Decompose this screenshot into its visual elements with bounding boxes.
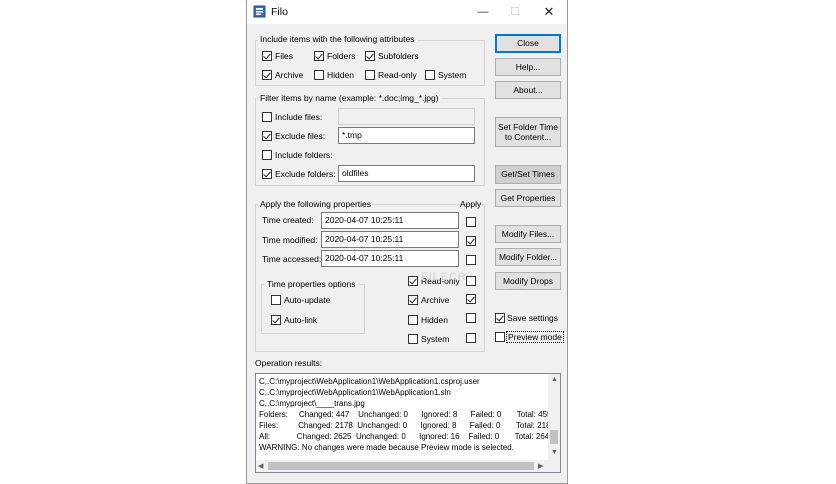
scroll-right-icon[interactable]: ▶ [538, 462, 543, 470]
folders-checkbox[interactable] [314, 51, 324, 61]
archive-checkbox[interactable] [262, 70, 272, 80]
results-label: Operation results: [255, 358, 323, 368]
exclude-files-checkbox[interactable] [262, 131, 272, 141]
scroll-down-icon[interactable]: ▼ [551, 449, 558, 456]
properties-group-label: Apply the following properties [258, 199, 374, 209]
auto-update-label: Auto-update [284, 295, 331, 305]
exclude-files-input[interactable]: *.tmp [338, 127, 475, 144]
apply-header: Apply [460, 199, 482, 209]
read-only-apply-checkbox[interactable] [466, 276, 476, 286]
system-property-label: System [421, 334, 450, 344]
get-set-times-button[interactable]: Get/Set Times [495, 165, 561, 184]
filter-group-label: Filter items by name (example: *.doc;img… [258, 93, 441, 103]
exclude-folders-label: Exclude folders: [275, 169, 336, 179]
save-settings-label: Save settings [507, 313, 559, 323]
result-line: Files: Changed: 2178 Unchanged: 0 Ignore… [259, 421, 556, 430]
result-line: WARNING: No changes were made because Pr… [259, 443, 514, 452]
time-created-input[interactable]: 2020-04-07 10:25:11 [321, 212, 459, 229]
time-modified-label: Time modified: [262, 235, 318, 245]
system-label: System [438, 70, 467, 80]
set-folder-time-button[interactable]: Set Folder Time to Content... [495, 117, 561, 147]
read-only-label: Read-only [378, 70, 417, 80]
horizontal-scrollbar[interactable]: ◀ ▶ [256, 460, 548, 472]
subfolders-label: Subfolders [378, 51, 419, 61]
result-line: C,.C:\myproject\____trans.jpg [259, 399, 365, 408]
scroll-left-icon[interactable]: ◀ [258, 462, 263, 470]
hidden-property-label: Hidden [421, 315, 448, 325]
time-accessed-input[interactable]: 2020-04-07 10:25:11 [321, 250, 459, 267]
get-properties-button[interactable]: Get Properties [495, 189, 561, 207]
horizontal-scroll-thumb[interactable] [268, 462, 534, 470]
filo-app-icon [253, 5, 266, 18]
watermark-suffix: .com [508, 284, 524, 291]
read-only-property-checkbox[interactable] [408, 276, 418, 286]
watermark-logo: FILECR [421, 271, 467, 283]
time-created-label: Time created: [262, 215, 314, 225]
time-modified-input[interactable]: 2020-04-07 10:25:11 [321, 231, 459, 248]
include-files-label: Include files: [275, 112, 323, 122]
modify-folder-button[interactable]: Modify Folder... [495, 248, 561, 266]
hidden-property-checkbox[interactable] [408, 315, 418, 325]
folders-label: Folders [327, 51, 356, 61]
auto-link-checkbox[interactable] [271, 315, 281, 325]
exclude-files-label: Exclude files: [275, 131, 326, 141]
help-button[interactable]: Help... [495, 58, 561, 76]
time-options-group [261, 284, 365, 334]
about-button[interactable]: About... [495, 81, 561, 99]
system-checkbox[interactable] [425, 70, 435, 80]
preview-mode-label: Preview mode [506, 331, 564, 343]
result-line: C,.C:\myproject\WebApplication1\WebAppli… [259, 377, 480, 386]
title-bar[interactable]: Filo — ☐ ✕ [247, 0, 567, 24]
time-accessed-label: Time accessed: [262, 254, 322, 264]
include-files-checkbox[interactable] [262, 112, 272, 122]
scroll-up-icon[interactable]: ▲ [551, 376, 558, 383]
filo-window: Filo — ☐ ✕ Include items with the follow… [246, 0, 568, 484]
hidden-label: Hidden [327, 70, 354, 80]
archive-label: Archive [275, 70, 304, 80]
auto-update-checkbox[interactable] [271, 295, 281, 305]
include-folders-checkbox[interactable] [262, 150, 272, 160]
subfolders-checkbox[interactable] [365, 51, 375, 61]
close-button[interactable]: Close [495, 34, 561, 53]
time-accessed-apply-checkbox[interactable] [466, 255, 476, 265]
hidden-checkbox[interactable] [314, 70, 324, 80]
modify-files-button[interactable]: Modify Files... [495, 225, 561, 243]
read-only-checkbox[interactable] [365, 70, 375, 80]
preview-mode-checkbox[interactable] [495, 332, 505, 342]
window-close-button[interactable]: ✕ [533, 0, 565, 24]
system-property-checkbox[interactable] [408, 334, 418, 344]
hidden-apply-checkbox[interactable] [466, 313, 476, 323]
system-apply-checkbox[interactable] [466, 333, 476, 343]
time-options-label: Time properties options [265, 279, 358, 289]
result-line: Folders: Changed: 447 Unchanged: 0 Ignor… [259, 410, 552, 419]
time-modified-apply-checkbox[interactable] [466, 236, 476, 246]
files-label: Files [275, 51, 293, 61]
archive-property-checkbox[interactable] [408, 295, 418, 305]
scrollbar-corner [548, 460, 560, 472]
window-title: Filo [271, 6, 288, 18]
archive-apply-checkbox[interactable] [466, 294, 476, 304]
maximize-button[interactable]: ☐ [499, 0, 531, 24]
results-box[interactable]: C,.C:\myproject\WebApplication1\WebAppli… [255, 373, 561, 473]
minimize-button[interactable]: — [467, 0, 499, 24]
exclude-folders-input[interactable]: oldfiles [338, 165, 475, 182]
result-line: C,.C:\myproject\WebApplication1\WebAppli… [259, 388, 451, 397]
include-files-input[interactable] [338, 108, 475, 125]
archive-property-label: Archive [421, 295, 450, 305]
include-folders-label: Include folders: [275, 150, 333, 160]
exclude-folders-checkbox[interactable] [262, 169, 272, 179]
auto-link-label: Auto-link [284, 315, 318, 325]
vertical-scrollbar[interactable]: ▲ ▼ [548, 374, 560, 460]
attributes-group-label: Include items with the following attribu… [258, 34, 417, 44]
files-checkbox[interactable] [262, 51, 272, 61]
vertical-scroll-thumb[interactable] [550, 430, 558, 444]
result-line: All: Changed: 2625 Unchanged: 0 Ignored:… [259, 432, 554, 441]
modify-drops-button[interactable]: Modify Drops [495, 272, 561, 290]
save-settings-checkbox[interactable] [495, 313, 505, 323]
time-created-apply-checkbox[interactable] [466, 217, 476, 227]
